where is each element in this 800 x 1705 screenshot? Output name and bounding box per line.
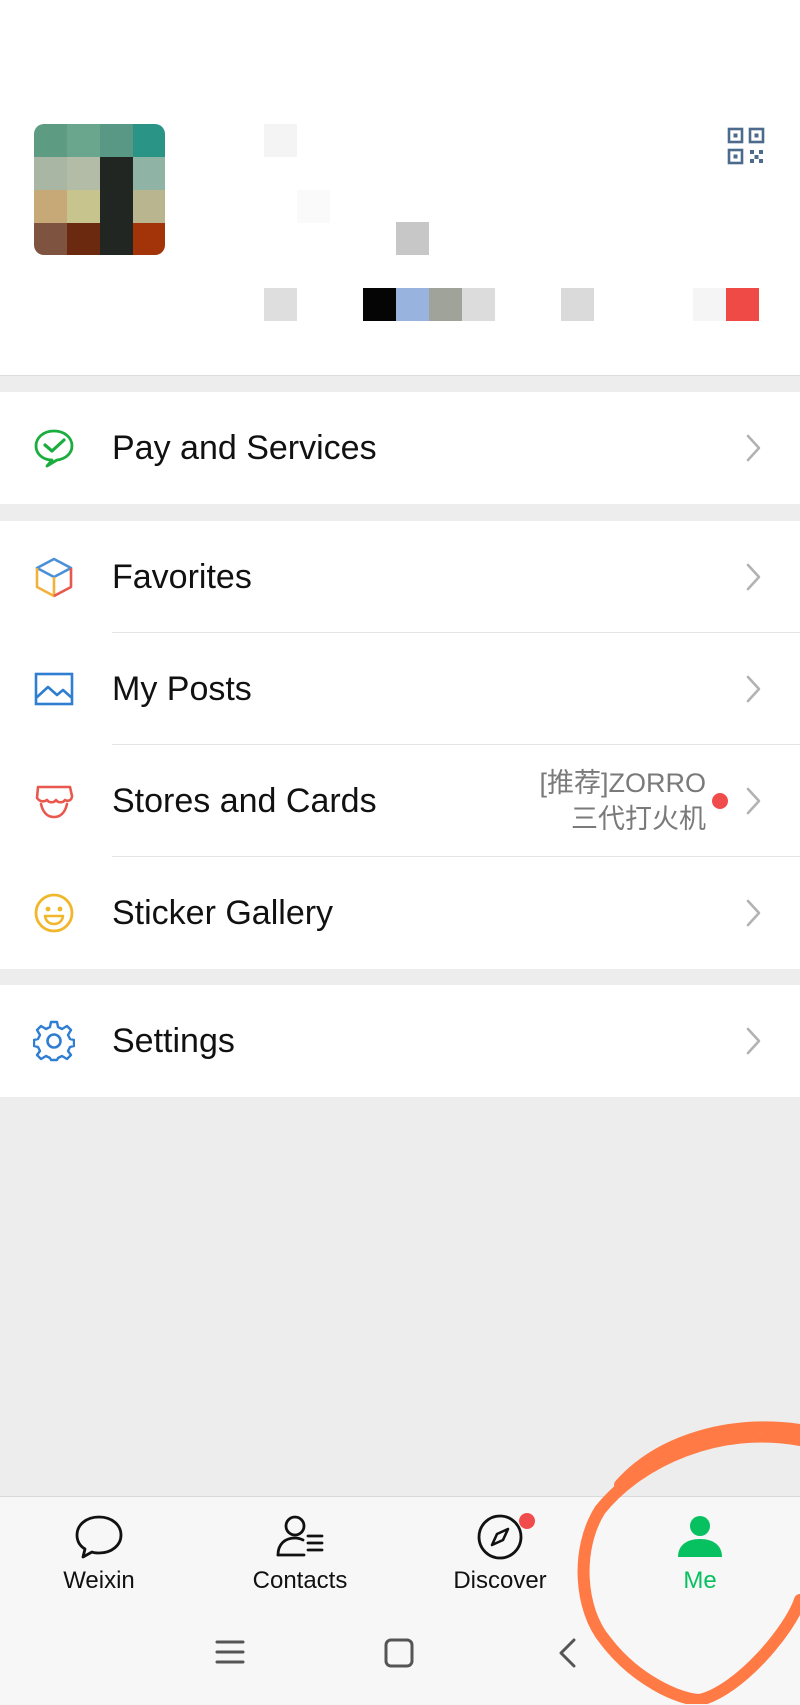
section-main-menu: Favorites My Posts Stores and Cards [推荐]… [0,521,800,969]
bottom-tab-bar: Weixin Contacts Discover Me [0,1496,800,1705]
menu-settings-label: Settings [112,1021,235,1060]
menu-settings[interactable]: Settings [0,985,800,1097]
tab-me[interactable]: Me [620,1511,780,1595]
discover-badge-dot [519,1513,535,1529]
recent-apps-icon[interactable] [214,1637,246,1667]
chevron-right-icon [746,787,761,815]
gear-icon [33,1020,75,1062]
profile-header[interactable] [0,0,800,376]
tab-weixin[interactable]: Weixin [19,1511,179,1595]
new-dot-badge [712,793,728,809]
image-icon [34,672,74,706]
person-icon [678,1516,722,1557]
tab-me-label: Me [683,1567,717,1594]
store-icon [35,785,74,819]
tab-contacts-label: Contacts [252,1567,348,1594]
menu-stores-and-cards[interactable]: Stores and Cards [推荐]ZORRO 三代打火机 [0,745,800,857]
smiley-icon [34,893,74,933]
chevron-right-icon [746,675,761,703]
menu-sticker-gallery[interactable]: Sticker Gallery [0,857,800,969]
avatar[interactable] [34,124,165,255]
menu-favorites-label: Favorites [112,557,252,596]
system-navigation-bar [0,1637,800,1697]
menu-my-posts-label: My Posts [112,669,252,708]
chevron-right-icon [746,1027,761,1055]
menu-pay-and-services[interactable]: Pay and Services [0,392,800,504]
wallet-check-icon [34,429,74,468]
chevron-right-icon [746,899,761,927]
menu-stores-label: Stores and Cards [112,781,377,820]
menu-pay-label: Pay and Services [112,428,377,467]
contacts-icon [276,1515,324,1557]
menu-my-posts[interactable]: My Posts [0,633,800,745]
chevron-right-icon [746,563,761,591]
section-pay: Pay and Services [0,392,800,504]
home-button-icon[interactable] [383,1637,415,1669]
chevron-right-icon [746,434,761,462]
section-settings: Settings [0,985,800,1097]
tab-discover[interactable]: Discover [420,1511,580,1595]
stores-promo-text: [推荐]ZORRO 三代打火机 [539,768,707,834]
back-button-icon[interactable] [556,1637,580,1669]
tab-contacts[interactable]: Contacts [220,1511,380,1595]
menu-favorites[interactable]: Favorites [0,521,800,633]
tab-discover-label: Discover [453,1567,547,1594]
tab-weixin-label: Weixin [63,1567,135,1594]
chat-bubble-icon [75,1515,123,1559]
cube-icon [35,557,73,598]
menu-sticker-label: Sticker Gallery [112,893,334,932]
qr-code-icon[interactable] [727,127,765,165]
